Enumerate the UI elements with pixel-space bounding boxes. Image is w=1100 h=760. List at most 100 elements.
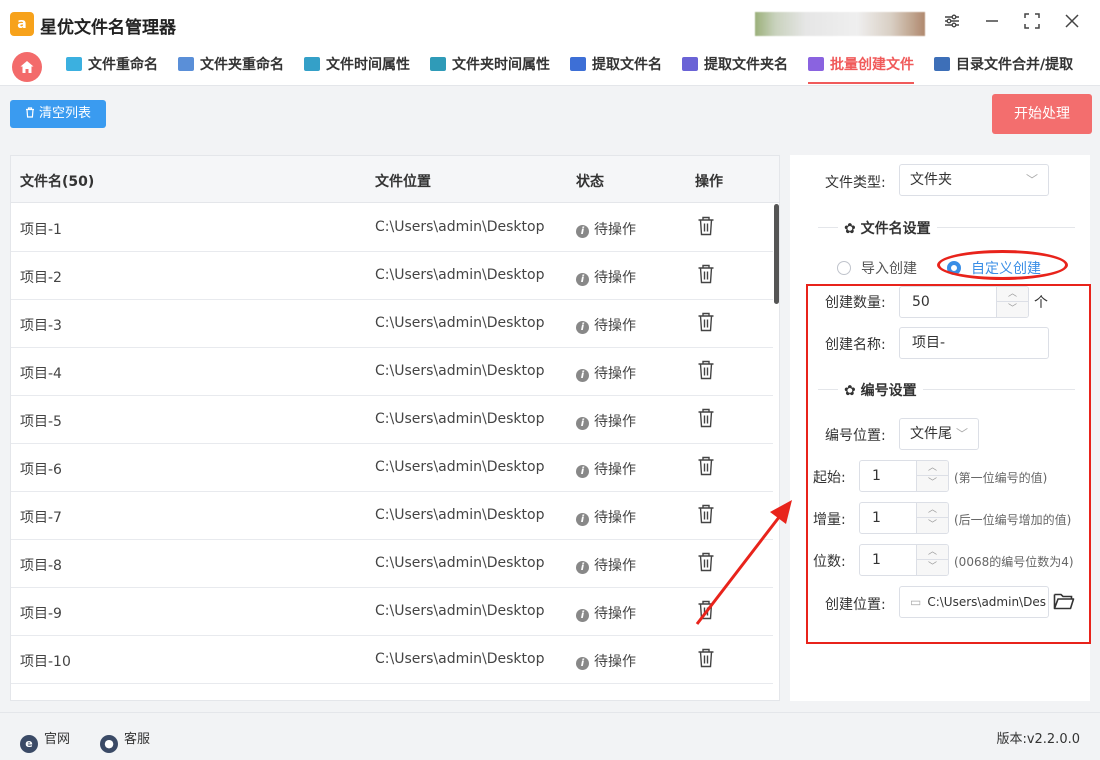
file-type-select[interactable]: 文件夹 ﹀ xyxy=(899,164,1049,196)
table-row[interactable]: 项目-5 C:\Users\admin\Desktop i 待操作 xyxy=(11,396,773,444)
maximize-icon[interactable] xyxy=(1018,10,1046,38)
row-status: i 待操作 xyxy=(576,267,636,287)
row-status: i 待操作 xyxy=(576,411,636,431)
title-bar: a 星优文件名管理器 xyxy=(0,0,1100,48)
delete-row-icon[interactable] xyxy=(697,600,715,624)
radio-import-create[interactable]: 导入创建 xyxy=(837,258,917,278)
home-button[interactable] xyxy=(12,52,42,82)
row-filename: 项目-8 xyxy=(20,558,62,574)
row-status: i 待操作 xyxy=(576,219,636,239)
table-row[interactable]: 项目-7 C:\Users\admin\Desktop i 待操作 xyxy=(11,492,773,540)
tab-folder-rename[interactable]: 文件夹重命名 xyxy=(178,48,284,84)
row-status: i 待操作 xyxy=(576,555,636,575)
minimize-icon[interactable] xyxy=(978,10,1006,38)
tab-extract-foldername[interactable]: 提取文件夹名 xyxy=(682,48,788,84)
start-process-button[interactable]: 开始处理 xyxy=(992,94,1092,134)
delete-row-icon[interactable] xyxy=(697,216,715,240)
user-avatar[interactable] xyxy=(755,12,925,36)
table-row[interactable]: 项目-2 C:\Users\admin\Desktop i 待操作 xyxy=(11,252,773,300)
delete-row-icon[interactable] xyxy=(697,312,715,336)
tab-dir-merge[interactable]: 目录文件合并/提取 xyxy=(934,48,1073,84)
table-row[interactable]: 项目-10 C:\Users\admin\Desktop i 待操作 xyxy=(11,636,773,684)
row-status: i 待操作 xyxy=(576,459,636,479)
tab-extract-filename[interactable]: 提取文件名 xyxy=(570,48,662,84)
trash-icon xyxy=(25,100,35,128)
row-filename: 项目-3 xyxy=(20,318,62,334)
row-filename: 项目-1 xyxy=(20,222,62,238)
tab-file-time[interactable]: 文件时间属性 xyxy=(304,48,410,84)
close-icon[interactable] xyxy=(1058,10,1086,38)
header-action: 操作 xyxy=(695,174,723,190)
table-scrollbar[interactable] xyxy=(774,204,779,304)
app-logo-icon: a xyxy=(10,12,34,36)
ie-icon: e xyxy=(20,735,38,753)
row-filename: 项目-10 xyxy=(20,654,71,670)
info-icon: i xyxy=(576,417,589,430)
delete-row-icon[interactable] xyxy=(697,552,715,576)
row-filename: 项目-5 xyxy=(20,414,62,430)
row-location: C:\Users\admin\Desktop xyxy=(375,603,545,619)
row-filename: 项目-2 xyxy=(20,270,62,286)
dir-merge-icon xyxy=(934,57,950,71)
row-location: C:\Users\admin\Desktop xyxy=(375,267,545,283)
info-icon: i xyxy=(576,561,589,574)
gear-icon: ✿ xyxy=(844,221,856,237)
row-status: i 待操作 xyxy=(576,315,636,335)
delete-row-icon[interactable] xyxy=(697,504,715,528)
folder-time-icon xyxy=(430,57,446,71)
header-filename[interactable]: 文件名(50) xyxy=(20,171,94,191)
table-row[interactable]: 项目-1 C:\Users\admin\Desktop i 待操作 xyxy=(11,204,773,252)
settings-icon[interactable] xyxy=(938,10,966,38)
delete-row-icon[interactable] xyxy=(697,648,715,672)
header-location[interactable]: 文件位置 xyxy=(375,171,431,191)
row-location: C:\Users\admin\Desktop xyxy=(375,315,545,331)
tab-batch-create[interactable]: 批量创建文件 xyxy=(808,48,914,84)
extract-filename-icon xyxy=(570,57,586,71)
row-status: i 待操作 xyxy=(576,507,636,527)
row-location: C:\Users\admin\Desktop xyxy=(375,651,545,667)
table-row[interactable]: 项目-3 C:\Users\admin\Desktop i 待操作 xyxy=(11,300,773,348)
info-icon: i xyxy=(576,225,589,238)
table-row[interactable]: 项目-9 C:\Users\admin\Desktop i 待操作 xyxy=(11,588,773,636)
support-link[interactable]: ● 客服 xyxy=(100,728,150,753)
row-location: C:\Users\admin\Desktop xyxy=(375,363,545,379)
row-status: i 待操作 xyxy=(576,363,636,383)
file-type-label: 文件类型: xyxy=(825,175,886,191)
info-icon: i xyxy=(576,273,589,286)
delete-row-icon[interactable] xyxy=(697,408,715,432)
file-table: 文件名(50) 文件位置 状态 操作 项目-1 C:\Users\admin\De… xyxy=(10,155,780,701)
folder-rename-icon xyxy=(178,57,194,71)
row-filename: 项目-7 xyxy=(20,510,62,526)
row-filename: 项目-4 xyxy=(20,366,62,382)
delete-row-icon[interactable] xyxy=(697,456,715,480)
tab-file-rename[interactable]: 文件重命名 xyxy=(66,48,158,84)
app-title: 星优文件名管理器 xyxy=(40,18,176,38)
chevron-down-icon: ﹀ xyxy=(1025,173,1038,187)
chat-icon: ● xyxy=(100,735,118,753)
table-row[interactable]: 项目-8 C:\Users\admin\Desktop i 待操作 xyxy=(11,540,773,588)
file-time-icon xyxy=(304,57,320,71)
website-link[interactable]: e 官网 xyxy=(20,728,70,753)
info-icon: i xyxy=(576,657,589,670)
annotation-rectangle xyxy=(806,284,1091,644)
filename-section-title: ✿ 文件名设置 xyxy=(838,218,937,238)
row-filename: 项目-9 xyxy=(20,606,62,622)
home-icon xyxy=(20,61,34,73)
delete-row-icon[interactable] xyxy=(697,264,715,288)
row-status: i 待操作 xyxy=(576,651,636,671)
table-row[interactable]: 项目-6 C:\Users\admin\Desktop i 待操作 xyxy=(11,444,773,492)
delete-row-icon[interactable] xyxy=(697,360,715,384)
clear-list-button[interactable]: 清空列表 xyxy=(10,100,106,128)
table-row[interactable]: 项目-4 C:\Users\admin\Desktop i 待操作 xyxy=(11,348,773,396)
version-text: 版本:v2.2.0.0 xyxy=(996,732,1080,747)
tab-folder-time[interactable]: 文件夹时间属性 xyxy=(430,48,550,84)
info-icon: i xyxy=(576,465,589,478)
row-location: C:\Users\admin\Desktop xyxy=(375,507,545,523)
row-location: C:\Users\admin\Desktop xyxy=(375,219,545,235)
table-header: 文件名(50) 文件位置 状态 操作 xyxy=(11,156,779,203)
file-rename-icon xyxy=(66,57,82,71)
info-icon: i xyxy=(576,321,589,334)
row-status: i 待操作 xyxy=(576,603,636,623)
header-status[interactable]: 状态 xyxy=(576,171,604,191)
batch-create-icon xyxy=(808,57,824,71)
